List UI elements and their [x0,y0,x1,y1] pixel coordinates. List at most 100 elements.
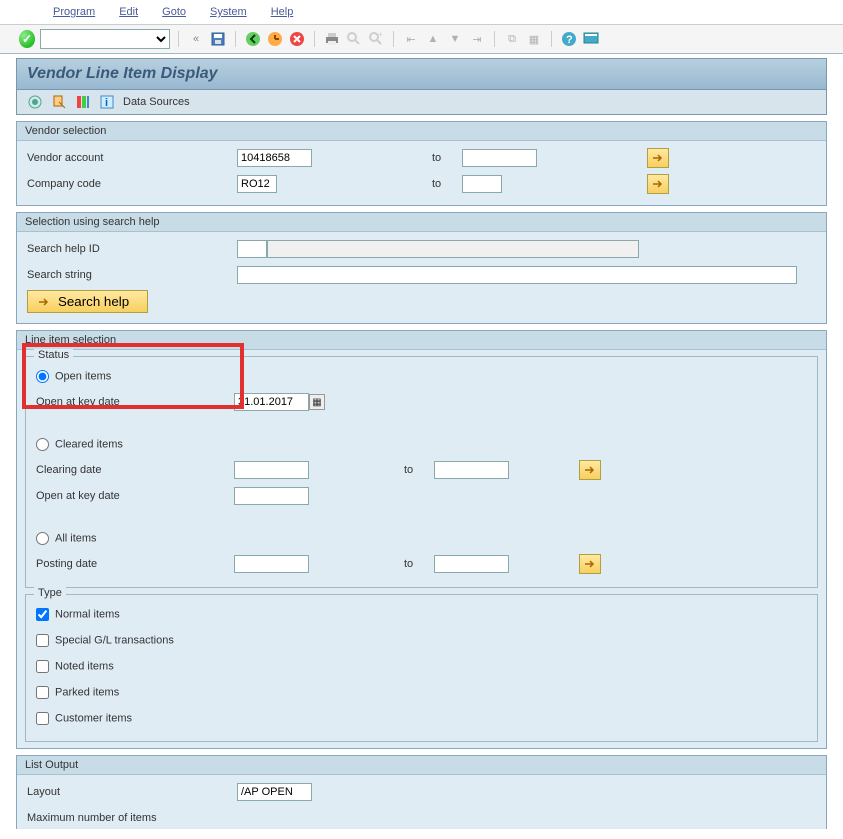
group-title: Line item selection [17,331,826,350]
to-label: to [432,178,462,190]
open-items-radio[interactable]: Open items [36,370,111,383]
noted-items-checkbox[interactable]: Noted items [36,660,114,673]
find-next-icon[interactable]: + [367,30,385,48]
to-label: to [404,558,434,570]
normal-items-label: Normal items [55,608,120,620]
all-items-radio[interactable]: All items [36,532,97,545]
separator [178,31,179,47]
search-help-button[interactable]: Search help [27,290,148,313]
status-subgroup: Status Open items Open at key date ▦ Cle… [25,356,818,588]
list-output-group: List Output Layout Maximum number of ite… [16,755,827,829]
company-code-label: Company code [27,178,237,190]
max-items-label: Maximum number of items [27,812,237,824]
clearing-date-to-input[interactable] [434,461,509,479]
group-title: Vendor selection [17,122,826,141]
search-help-id-short-input[interactable] [237,240,267,258]
cleared-items-label: Cleared items [55,438,123,450]
layout-menu-icon[interactable] [582,30,600,48]
line-item-selection-group: Line item selection Status Open items Op… [16,330,827,749]
type-subgroup: Type Normal items Special G/L transactio… [25,594,818,742]
separator [235,31,236,47]
find-icon[interactable] [345,30,363,48]
svg-text:i: i [105,97,108,109]
next-page-icon[interactable]: ▼ [446,30,464,48]
search-help-id-label: Search help ID [27,243,237,255]
to-label: to [432,152,462,164]
collapse-icon[interactable]: « [187,30,205,48]
first-page-icon[interactable]: ⇤ [402,30,420,48]
all-items-label: All items [55,532,97,544]
menu-system[interactable]: System [202,4,255,20]
title-bar: Vendor Line Item Display [16,58,827,90]
search-string-input[interactable] [237,266,797,284]
search-string-label: Search string [27,269,237,281]
subgroup-title: Status [34,349,73,361]
open-key-date-input[interactable] [234,393,309,411]
clearing-date-from-input[interactable] [234,461,309,479]
menu-help[interactable]: Help [263,4,302,20]
page-title: Vendor Line Item Display [27,65,816,83]
menu-edit[interactable]: Edit [111,4,146,20]
command-field[interactable] [40,29,170,49]
group-title: Selection using search help [17,213,826,232]
layout-input[interactable] [237,783,312,801]
noted-items-label: Noted items [55,660,114,672]
company-code-to-input[interactable] [462,175,502,193]
open-key-date2-input[interactable] [234,487,309,505]
customer-items-label: Customer items [55,712,132,724]
last-page-icon[interactable]: ⇥ [468,30,486,48]
data-sources-link[interactable]: Data Sources [123,96,190,108]
special-gl-label: Special G/L transactions [55,634,174,646]
vendor-account-to-input[interactable] [462,149,537,167]
subgroup-title: Type [34,587,66,599]
dynamic-selections-icon[interactable] [75,94,91,110]
separator [314,31,315,47]
posting-date-to-input[interactable] [434,555,509,573]
open-key-date-label: Open at key date [36,396,234,408]
search-help-group: Selection using search help Search help … [16,212,827,324]
prev-page-icon[interactable]: ▲ [424,30,442,48]
enter-icon[interactable]: ✓ [18,30,36,48]
back-icon[interactable] [244,30,262,48]
clearing-date-label: Clearing date [36,464,234,476]
cleared-items-radio[interactable]: Cleared items [36,438,123,451]
save-icon[interactable] [209,30,227,48]
standard-toolbar: ✓ « + ⇤ ▲ ▼ ⇥ ⧉ ▦ ? [0,25,843,54]
shortcut-icon[interactable]: ▦ [525,30,543,48]
new-session-icon[interactable]: ⧉ [503,30,521,48]
search-help-id-desc [267,240,639,258]
menu-program[interactable]: Program [45,4,103,20]
parked-items-checkbox[interactable]: Parked items [36,686,119,699]
execute-icon[interactable] [27,94,43,110]
print-icon[interactable] [323,30,341,48]
vendor-account-input[interactable] [237,149,312,167]
app-toolbar: i Data Sources [16,90,827,115]
svg-text:+: + [378,31,383,39]
date-picker-icon[interactable]: ▦ [309,394,325,410]
cancel-icon[interactable] [288,30,306,48]
get-variant-icon[interactable] [51,94,67,110]
info-icon[interactable]: i [99,94,115,110]
search-help-button-label: Search help [58,294,129,309]
arrow-right-icon [38,297,50,307]
menu-goto[interactable]: Goto [154,4,194,20]
company-code-input[interactable] [237,175,277,193]
normal-items-checkbox[interactable]: Normal items [36,608,120,621]
multiple-selection-button[interactable] [579,460,601,480]
multiple-selection-button[interactable] [647,174,669,194]
vendor-selection-group: Vendor selection Vendor account to Compa… [16,121,827,206]
help-icon[interactable]: ? [560,30,578,48]
exit-icon[interactable] [266,30,284,48]
separator [551,31,552,47]
group-title: List Output [17,756,826,775]
multiple-selection-button[interactable] [647,148,669,168]
layout-label: Layout [27,786,237,798]
special-gl-checkbox[interactable]: Special G/L transactions [36,634,174,647]
vendor-account-label: Vendor account [27,152,237,164]
open-items-label: Open items [55,370,111,382]
multiple-selection-button[interactable] [579,554,601,574]
posting-date-from-input[interactable] [234,555,309,573]
posting-date-label: Posting date [36,558,234,570]
open-key-date2-label: Open at key date [36,490,234,502]
customer-items-checkbox[interactable]: Customer items [36,712,132,725]
